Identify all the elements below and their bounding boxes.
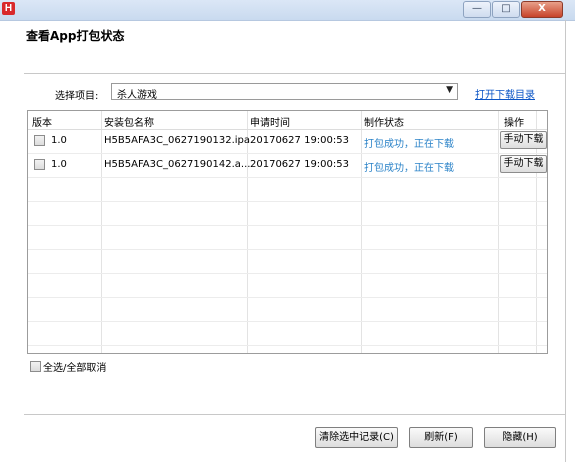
row-divider [28,225,547,226]
column-header-package[interactable]: 安装包名称 [104,114,154,129]
column-header-status[interactable]: 制作状态 [364,114,404,129]
close-icon: X [538,3,546,14]
select-all-checkbox[interactable] [30,361,41,372]
row-divider [28,273,547,274]
footer-divider [24,414,566,415]
project-select-value: 杀人游戏 [117,90,157,101]
column-header-time[interactable]: 申请时间 [250,114,290,129]
select-all-label[interactable]: 全选/全部取消 [43,359,106,374]
row-status: 打包成功，正在下载 [364,163,454,174]
maximize-icon: □ [501,3,511,14]
dropdown-arrow-icon[interactable]: ▼ [446,85,453,95]
table-header: 版本 安装包名称 申请时间 制作状态 操作 [28,111,547,130]
table-row[interactable]: 1.0 H5B5AFA3C_0627190132.ipa 20170627 19… [28,129,547,153]
row-request-time: 20170627 19:00:53 [250,135,349,146]
column-header-version[interactable]: 版本 [32,114,52,129]
minimize-button[interactable]: — [463,1,491,18]
row-divider [28,321,547,322]
table-row[interactable]: 1.0 H5B5AFA3C_0627190142.a... 20170627 1… [28,153,547,177]
row-divider [28,249,547,250]
row-version: 1.0 [51,135,67,146]
dialog-window: H — □ X 查看App打包状态 选择项目: 杀人游戏 ▼ 打开下载目录 版本… [0,0,575,462]
clear-selected-button[interactable]: 清除选中记录(C) [315,427,398,448]
app-logo-icon: H [2,2,15,15]
row-divider [28,201,547,202]
row-divider [28,345,547,346]
project-select[interactable]: 杀人游戏 ▼ [111,83,458,101]
dialog-title: 查看App打包状态 [26,29,125,43]
row-divider [28,297,547,298]
open-download-dir-link[interactable]: 打开下载目录 [475,86,535,101]
row-checkbox[interactable] [34,159,45,170]
minimize-icon: — [472,3,482,14]
row-checkbox[interactable] [34,135,45,146]
package-table: 版本 安装包名称 申请时间 制作状态 操作 1.0 H5B5AFA3C_0627… [27,110,548,354]
manual-download-button[interactable]: 手动下载 [500,131,547,149]
row-request-time: 20170627 19:00:53 [250,159,349,170]
window-border [565,20,566,462]
column-header-action[interactable]: 操作 [504,114,524,129]
window-controls: — □ X [462,1,563,18]
row-version: 1.0 [51,159,67,170]
title-bar[interactable]: H — □ X [0,0,575,21]
manual-download-button[interactable]: 手动下载 [500,155,547,173]
maximize-button[interactable]: □ [492,1,520,18]
hide-button[interactable]: 隐藏(H) [484,427,556,448]
close-button[interactable]: X [521,1,563,18]
row-package-name: H5B5AFA3C_0627190132.ipa [104,135,251,146]
row-divider [28,177,547,178]
row-package-name: H5B5AFA3C_0627190142.a... [104,159,251,170]
row-status: 打包成功，正在下载 [364,139,454,150]
header-divider [24,73,566,74]
project-label: 选择项目: [55,91,99,102]
refresh-button[interactable]: 刷新(F) [409,427,473,448]
